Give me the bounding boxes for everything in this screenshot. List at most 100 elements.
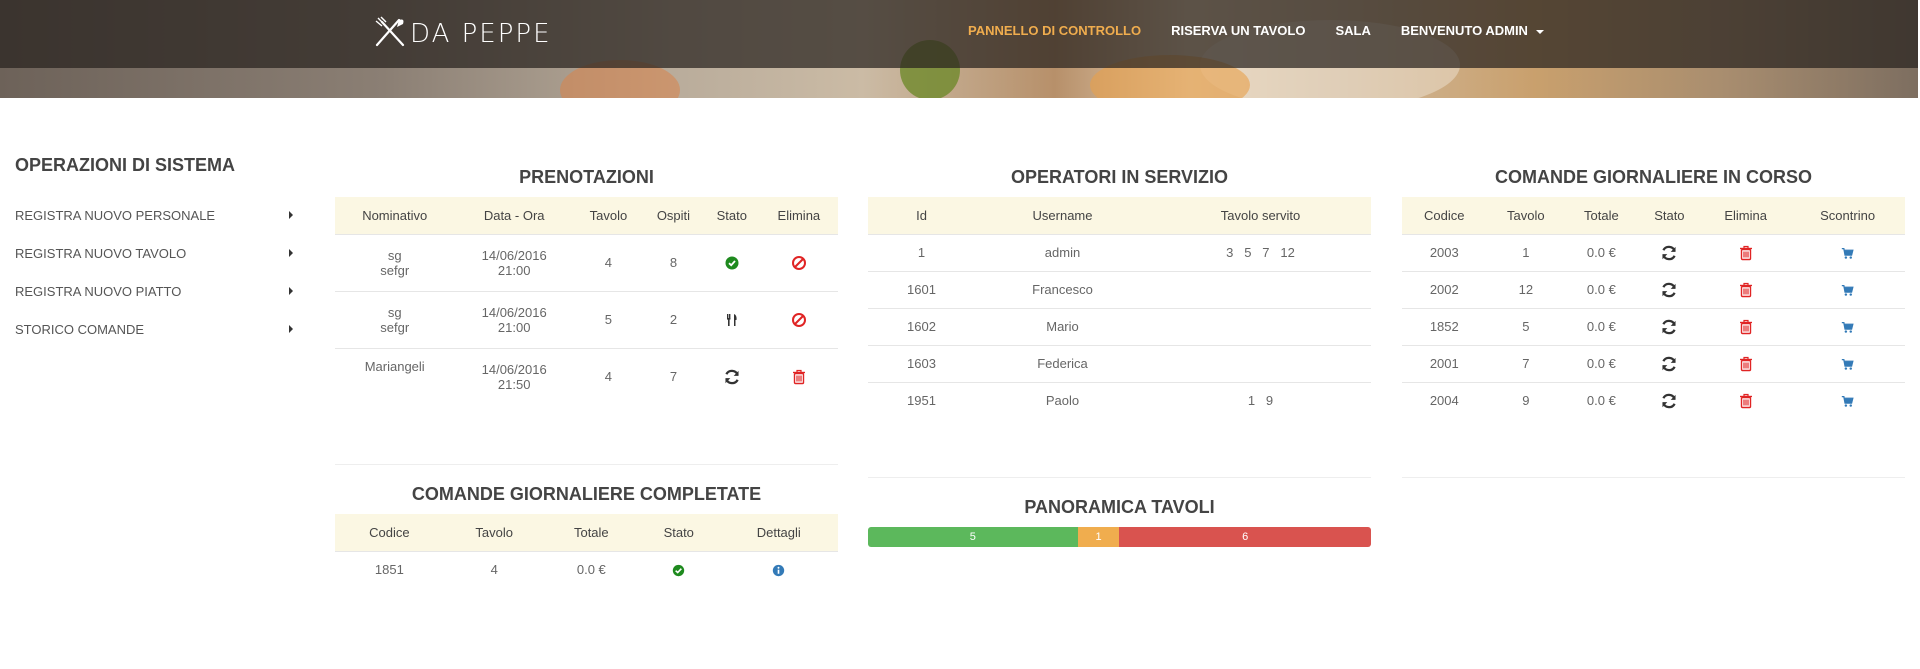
totale: 0.0 €	[544, 550, 638, 588]
operatore-id: 1	[868, 233, 975, 271]
table-row: 1 admin 3 5 7 12	[868, 233, 1371, 271]
refresh-icon[interactable]	[1660, 355, 1678, 373]
panoramica-panel: PANORAMICA TAVOLI 5 1 6	[868, 492, 1371, 547]
column-header: Stato	[703, 197, 760, 234]
nominativo: Mariangeli	[364, 358, 425, 374]
codice: 2003	[1402, 233, 1487, 271]
ospiti: 8	[642, 233, 704, 291]
tavoli-serviti	[1150, 344, 1371, 382]
shopping-cart-icon[interactable]	[1841, 247, 1854, 260]
totale: 0.0 €	[1565, 270, 1638, 308]
column-header: Id	[868, 197, 975, 234]
nav-riserva-un-tavolo[interactable]: RISERVA UN TAVOLO	[1171, 23, 1305, 38]
sidebar-title: OPERAZIONI DI SISTEMA	[15, 155, 236, 175]
table-row: 1603 Federica	[868, 344, 1371, 382]
nav-user-menu[interactable]: BENVENUTO ADMIN	[1401, 23, 1544, 38]
sidebar-item-registra-piatto[interactable]: REGISTRA NUOVO PIATTO	[15, 272, 305, 310]
comande-corso-panel: COMANDE GIORNALIERE IN CORSO Codice Tavo…	[1402, 162, 1905, 419]
trash-icon[interactable]	[1738, 245, 1754, 261]
scontrino-cell	[1790, 270, 1905, 308]
shopping-cart-icon[interactable]	[1841, 358, 1854, 371]
table-row: 2001 7 0.0 €	[1402, 344, 1905, 382]
progress-segment-reserved: 1	[1077, 527, 1120, 547]
ban-icon[interactable]	[791, 255, 807, 271]
table-row: 1851 4 0.0 €	[335, 550, 838, 588]
column-header: Tavolo	[573, 197, 643, 234]
prenotazioni-title: PRENOTAZIONI	[519, 167, 654, 187]
table-row: 2002 12 0.0 €	[1402, 270, 1905, 308]
operatore-username: Mario	[975, 307, 1150, 345]
tavolo: 9	[1486, 381, 1566, 419]
shopping-cart-icon[interactable]	[1841, 395, 1854, 408]
table-row: 1601 Francesco	[868, 270, 1371, 308]
tavolo: 4	[443, 550, 545, 588]
column-header: Tavolo	[443, 514, 545, 551]
check-circle-icon	[725, 256, 739, 270]
codice: 2001	[1402, 344, 1487, 382]
ban-icon[interactable]	[791, 312, 807, 328]
trash-icon[interactable]	[1738, 282, 1754, 298]
brand-logo[interactable]: DA PEPPE	[372, 14, 552, 54]
column-header: Elimina	[1701, 197, 1791, 234]
column-header: Scontrino	[1790, 197, 1905, 234]
main-nav: PANNELLO DI CONTROLLO RISERVA UN TAVOLO …	[968, 23, 1574, 38]
nav-pannello-di-controllo[interactable]: PANNELLO DI CONTROLLO	[968, 23, 1141, 38]
sidebar-item-registra-tavolo[interactable]: REGISTRA NUOVO TAVOLO	[15, 234, 305, 272]
shopping-cart-icon[interactable]	[1841, 321, 1854, 334]
refresh-icon[interactable]	[1660, 281, 1678, 299]
operatori-panel: OPERATORI IN SERVIZIO Id Username Tavolo…	[868, 162, 1371, 419]
column-header: Codice	[335, 514, 444, 551]
table-row: 2003 1 0.0 €	[1402, 233, 1905, 271]
refresh-icon[interactable]	[1660, 392, 1678, 410]
caret-right-icon	[289, 287, 293, 295]
divider	[335, 464, 838, 465]
caret-right-icon	[289, 211, 293, 219]
stato-cell	[1637, 307, 1702, 345]
info-icon[interactable]	[772, 564, 785, 577]
ora: 21:50	[497, 376, 531, 392]
tavolo: 1	[1486, 233, 1566, 271]
stato-cell	[1637, 270, 1702, 308]
tavolo: 4	[573, 233, 643, 291]
nominativo-line2: sefgr	[380, 319, 410, 335]
trash-icon[interactable]	[1738, 393, 1754, 409]
stato-cell	[1637, 344, 1702, 382]
sidebar: OPERAZIONI DI SISTEMA REGISTRA NUOVO PER…	[15, 155, 305, 348]
comande-completate-title: COMANDE GIORNALIERE COMPLETATE	[411, 484, 762, 504]
ospiti: 2	[642, 290, 704, 348]
refresh-icon[interactable]	[1660, 318, 1678, 336]
navbar: DA PEPPE PANNELLO DI CONTROLLO RISERVA U…	[0, 0, 1918, 68]
scontrino-cell	[1790, 381, 1905, 419]
tavoli-serviti	[1150, 270, 1371, 308]
sidebar-item-registra-personale[interactable]: REGISTRA NUOVO PERSONALE	[15, 196, 305, 234]
nominativo-line2: sefgr	[380, 262, 410, 278]
caret-right-icon	[289, 325, 293, 333]
data: 14/06/2016	[481, 304, 547, 320]
fork-knife-icon	[372, 14, 408, 55]
trash-icon[interactable]	[1738, 319, 1754, 335]
data: 14/06/2016	[481, 247, 547, 263]
elimina-cell	[1701, 233, 1791, 271]
codice: 1852	[1402, 307, 1487, 345]
sidebar-item-label: REGISTRA NUOVO TAVOLO	[15, 245, 187, 261]
ora: 21:00	[497, 262, 531, 278]
sidebar-item-storico-comande[interactable]: STORICO COMANDE	[15, 310, 305, 348]
elimina-cell	[1701, 307, 1791, 345]
table-row: 1951 Paolo 1 9	[868, 381, 1371, 419]
cutlery-icon	[726, 313, 737, 326]
column-header: Stato	[1637, 197, 1702, 234]
tavoli-serviti: 3 5 7 12	[1150, 233, 1371, 271]
data: 14/06/2016	[481, 361, 547, 377]
nav-user-label: BENVENUTO ADMIN	[1400, 23, 1528, 38]
comande-corso-title: COMANDE GIORNALIERE IN CORSO	[1494, 167, 1812, 187]
column-header: Totale	[544, 514, 638, 551]
refresh-icon[interactable]	[1660, 244, 1678, 262]
tables-progress-bar: 5 1 6	[868, 527, 1371, 547]
nominativo: sg	[387, 247, 402, 263]
column-header: Data - Ora	[454, 197, 574, 234]
shopping-cart-icon[interactable]	[1841, 284, 1854, 297]
codice: 1851	[335, 550, 444, 588]
trash-icon[interactable]	[791, 369, 807, 385]
nav-sala[interactable]: SALA	[1335, 23, 1370, 38]
trash-icon[interactable]	[1738, 356, 1754, 372]
